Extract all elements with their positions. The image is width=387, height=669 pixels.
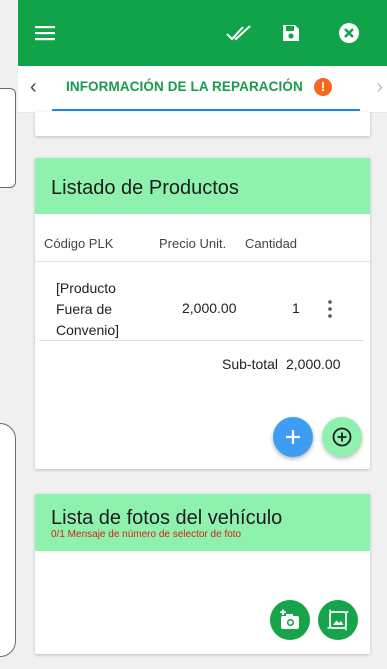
previous-card-bottom xyxy=(35,112,370,136)
menu-icon[interactable] xyxy=(32,20,58,46)
products-card: Listado de Productos Código PLK Precio U… xyxy=(35,158,370,469)
product-price: 2,000.00 xyxy=(182,300,237,316)
column-header-quantity: Cantidad xyxy=(245,236,298,251)
column-header-price: Precio Unit. xyxy=(159,236,227,251)
close-circle-icon[interactable] xyxy=(336,20,362,46)
table-row-divider xyxy=(39,340,364,341)
photos-card-header: Lista de fotos del vehículo 0/1 Mensaje … xyxy=(35,494,370,551)
product-code-line: Fuera de xyxy=(56,301,113,317)
app-screen: ‹ INFORMACIÓN DE LA REPARACIÓN ! › Lista… xyxy=(18,0,387,669)
select-photo-gallery-button[interactable] xyxy=(318,600,358,640)
tab-prev-arrow[interactable]: ‹ xyxy=(30,76,37,99)
background-panel-outline xyxy=(0,423,16,657)
active-tab-indicator xyxy=(52,109,360,111)
save-icon[interactable] xyxy=(278,20,304,46)
plus-icon xyxy=(286,430,300,444)
column-header-code: Código PLK xyxy=(44,236,114,251)
background-panel-outline xyxy=(0,88,16,188)
top-toolbar xyxy=(18,0,387,66)
table-header-divider xyxy=(35,261,370,262)
product-code: [Producto Fuera de Convenio] xyxy=(56,278,136,341)
product-code-line: [Producto xyxy=(56,280,116,296)
subtotal-value: 2,000.00 xyxy=(286,356,341,372)
tab-bar: ‹ INFORMACIÓN DE LA REPARACIÓN ! › xyxy=(18,66,387,113)
warning-badge: ! xyxy=(314,78,332,96)
add-product-button[interactable] xyxy=(273,417,313,457)
product-code-line: Convenio] xyxy=(56,322,120,338)
product-quantity: 1 xyxy=(292,300,300,316)
photos-subtitle: 0/1 Mensaje de número de selector de fot… xyxy=(51,529,242,540)
double-check-icon[interactable] xyxy=(226,20,252,46)
vehicle-photos-card: Lista de fotos del vehículo 0/1 Mensaje … xyxy=(35,494,370,654)
add-item-circle-button[interactable] xyxy=(322,417,362,457)
more-vert-icon[interactable] xyxy=(324,299,336,319)
add-photo-camera-button[interactable] xyxy=(270,600,310,640)
add-camera-icon xyxy=(280,609,299,629)
gallery-icon xyxy=(327,609,349,631)
products-card-header: Listado de Productos xyxy=(35,158,370,214)
photos-title: Lista de fotos del vehículo xyxy=(51,507,283,529)
tab-repair-info[interactable]: INFORMACIÓN DE LA REPARACIÓN xyxy=(66,79,303,94)
plus-circle-icon xyxy=(332,427,352,447)
products-title: Listado de Productos xyxy=(51,177,239,199)
subtotal-label: Sub-total xyxy=(222,356,279,372)
tab-next-arrow[interactable]: › xyxy=(376,76,383,99)
